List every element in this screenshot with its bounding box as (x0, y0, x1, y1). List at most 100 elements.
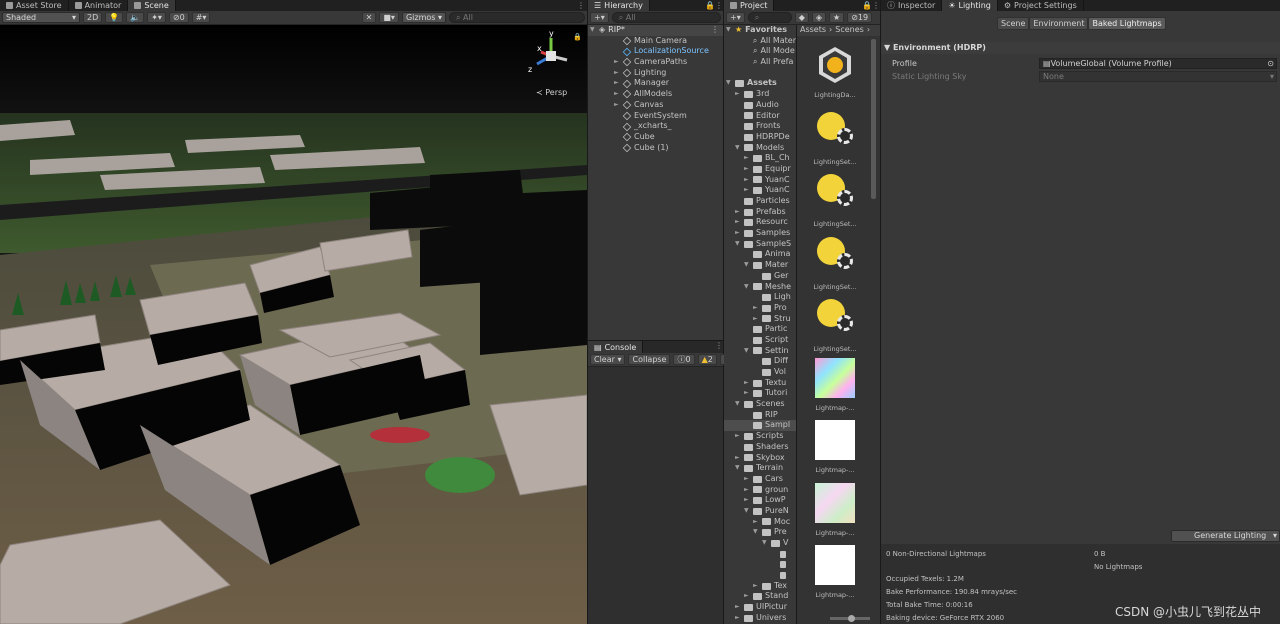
expand-arrow-icon[interactable]: ► (614, 68, 620, 79)
expand-arrow-icon[interactable]: ► (614, 78, 620, 89)
perspective-toggle[interactable]: ≺ Persp (536, 88, 567, 97)
static-sky-dropdown[interactable]: None ▾ (1039, 71, 1277, 82)
expand-arrow-icon[interactable]: ► (614, 100, 620, 111)
hierarchy-item[interactable]: ► Canvas (588, 100, 723, 111)
expand-arrow-icon[interactable]: ► (744, 485, 750, 496)
folder-tree-item[interactable]: ▼ Settin (724, 346, 796, 357)
folder-tree-item[interactable]: RIP (724, 410, 796, 421)
folder-tree-item[interactable]: ► groun (724, 485, 796, 496)
folder-tree-item[interactable]: ► YuanC (724, 185, 796, 196)
console-menu-icon[interactable]: ⋮ (715, 341, 723, 353)
search-by-type-button[interactable]: ◆ (794, 12, 809, 23)
tab-scene[interactable]: Scene (128, 0, 176, 11)
expand-arrow-icon[interactable]: ► (735, 602, 741, 613)
folder-tree-item[interactable]: ► Pro (724, 303, 796, 314)
expand-arrow-icon[interactable]: ► (735, 207, 741, 218)
folder-tree-item[interactable]: ▼ PureN (724, 506, 796, 517)
project-create-button[interactable]: +▾ (726, 12, 745, 23)
asset-item[interactable]: LightingSet... (812, 170, 858, 228)
toggle-2d-button[interactable]: 2D (83, 12, 103, 23)
hierarchy-search-input[interactable]: ⌕ All (611, 12, 721, 23)
folder-tree-item[interactable]: ⌕ All Mode (724, 46, 796, 57)
info-filter-button[interactable]: ⓘ0 (673, 354, 695, 365)
folder-tree-item[interactable] (724, 570, 796, 581)
expand-arrow-icon[interactable]: ► (744, 388, 750, 399)
expand-arrow-icon[interactable]: ► (614, 89, 620, 100)
expand-arrow-icon[interactable]: ► (744, 474, 750, 485)
expand-arrow-icon[interactable]: ▼ (744, 346, 750, 357)
project-search-input[interactable]: ⌕ (747, 12, 792, 23)
folder-tree-item[interactable]: Diff (724, 356, 796, 367)
asset-grid-scrollbar[interactable] (871, 39, 876, 199)
tab-lighting[interactable]: ☀ Lighting (942, 0, 998, 11)
folder-tree-item[interactable]: ► Cars (724, 474, 796, 485)
expand-arrow-icon[interactable]: ▼ (762, 538, 768, 549)
hierarchy-item[interactable]: Main Camera (588, 36, 723, 47)
folder-tree-item[interactable]: ► Moc (724, 517, 796, 528)
expand-arrow-icon[interactable]: ► (735, 431, 741, 442)
expand-arrow-icon[interactable]: ► (744, 495, 750, 506)
folder-tree-item[interactable]: ► Prefabs (724, 207, 796, 218)
expand-arrow-icon[interactable]: ► (735, 613, 741, 624)
clear-button[interactable]: Clear ▾ (590, 354, 626, 365)
folder-tree-item[interactable] (724, 559, 796, 570)
tab-inspector[interactable]: ⓘ Inspector (881, 0, 943, 11)
hierarchy-item[interactable]: ► AllModels (588, 89, 723, 100)
hierarchy-item[interactable]: LocalizationSource (588, 46, 723, 57)
console-log-area[interactable] (588, 367, 723, 624)
lighting-toggle-button[interactable]: 💡 (105, 12, 124, 23)
shading-mode-dropdown[interactable]: Shaded ▾ (2, 12, 80, 23)
favorite-search-button[interactable]: ★ (829, 12, 845, 23)
tab-asset-store[interactable]: Asset Store (0, 0, 69, 11)
expand-arrow-icon[interactable]: ► (753, 303, 759, 314)
asset-item[interactable]: Lightmap-... (812, 420, 858, 474)
subtab-environment[interactable]: Environment (1029, 17, 1089, 30)
asset-item[interactable]: LightingDa... (812, 45, 858, 99)
expand-arrow-icon[interactable]: ▼ (744, 282, 750, 293)
audio-toggle-button[interactable]: 🔈 (126, 12, 145, 23)
scene-orientation-gizmo[interactable]: y z x (527, 29, 575, 80)
folder-tree-item[interactable]: ▼ SampleS (724, 239, 796, 250)
expand-arrow-icon[interactable]: ► (735, 217, 741, 228)
expand-arrow-icon[interactable]: ► (744, 164, 750, 175)
breadcrumb-assets[interactable]: Assets (800, 25, 826, 36)
expand-arrow-icon[interactable]: ► (753, 517, 759, 528)
scene-menu-icon[interactable]: ⋮ (711, 25, 723, 36)
hierarchy-item[interactable]: ► CameraPaths (588, 57, 723, 68)
hierarchy-item[interactable]: _xcharts_ (588, 121, 723, 132)
folder-tree-item[interactable]: ⌕ All Mater (724, 36, 796, 47)
tab-project[interactable]: Project (724, 0, 775, 11)
expand-arrow-icon[interactable]: ► (735, 228, 741, 239)
asset-item[interactable]: Lightmap-... (812, 357, 858, 412)
folder-tree-item[interactable]: Ger (724, 271, 796, 282)
expand-arrow-icon[interactable]: ► (735, 89, 741, 100)
expand-arrow-icon[interactable]: ► (735, 453, 741, 464)
search-by-label-button[interactable]: ◈ (811, 12, 827, 23)
create-button[interactable]: +▾ (590, 12, 609, 23)
tab-hierarchy[interactable]: ☰ Hierarchy (588, 0, 650, 11)
asset-item[interactable]: LightingSet... (812, 233, 858, 291)
folder-tree-item[interactable]: ► Stru (724, 314, 796, 325)
asset-item[interactable]: Lightmap-... (812, 482, 858, 537)
folder-tree-item[interactable]: ► Samples (724, 228, 796, 239)
folder-tree-item[interactable]: ► Skybox (724, 453, 796, 464)
folder-tree-item[interactable]: Script (724, 335, 796, 346)
project-lock-icon[interactable]: 🔒⋮ (862, 0, 880, 11)
folder-tree-item[interactable]: ► 3rd (724, 89, 796, 100)
tab-project-settings[interactable]: ⚙ Project Settings (998, 0, 1084, 11)
environment-section-header[interactable]: ▼ Environment (HDRP) (881, 42, 1280, 54)
expand-arrow-icon[interactable]: ▼ (726, 78, 732, 89)
project-hidden-button[interactable]: ⊘19 (847, 12, 873, 23)
folder-tree-item[interactable]: ► Tex (724, 581, 796, 592)
hidden-objects-button[interactable]: ⊘0 (168, 12, 189, 23)
expand-arrow-icon[interactable]: ► (744, 591, 750, 602)
folder-tree-item[interactable]: ► Equipr (724, 164, 796, 175)
folder-tree-item[interactable]: ► Univers (724, 613, 796, 624)
folder-tree-item[interactable]: ► BL_Ch (724, 153, 796, 164)
hierarchy-lock-icon[interactable]: 🔒⋮ (705, 0, 723, 11)
asset-item[interactable]: LightingSet... (812, 295, 858, 353)
folder-tree-item[interactable]: ▼ Pre (724, 527, 796, 538)
folder-tree-item[interactable]: ► Tutori (724, 388, 796, 399)
scene-viewport[interactable] (0, 25, 587, 624)
hierarchy-item[interactable]: Cube (1) (588, 143, 723, 154)
